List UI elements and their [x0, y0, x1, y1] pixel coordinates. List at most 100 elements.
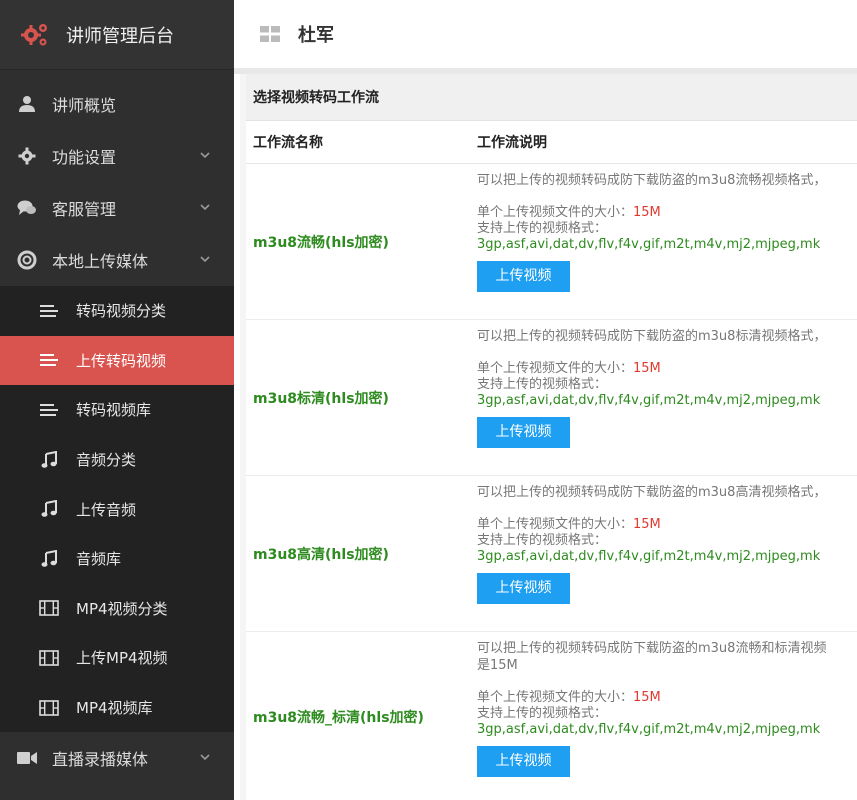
sidebar-subitem-mp4-library[interactable]: MP4视频库 — [0, 683, 234, 733]
workflow-intro: 可以把上传的视频转码成防下载防盗的m3u8高清视频格式， — [477, 485, 827, 500]
table-header: 工作流名称 工作流说明 — [246, 121, 857, 164]
format-label: 支持上传的视频格式： — [477, 533, 608, 548]
video-camera-icon — [16, 747, 38, 769]
file-size-label: 单个上传视频文件的大小： — [477, 517, 634, 532]
sidebar-subitem-upload-audio[interactable]: 上传音频 — [0, 484, 234, 534]
workflow-intro-continued: 是15M — [477, 658, 518, 673]
list-icon — [38, 302, 60, 320]
workflow-intro: 可以把上传的视频转码成防下载防盗的m3u8流畅和标清视频 — [477, 641, 827, 656]
sidebar: 讲师管理后台 讲师概览 功能设置 客服管理 本地上传媒体 转码视频分类 上传转码… — [0, 0, 234, 800]
current-user-name[interactable]: 杜军 — [298, 21, 334, 47]
sidebar-subitem-label: 转码视频库 — [76, 401, 152, 420]
file-size-value: 15M — [633, 690, 661, 705]
file-size-label: 单个上传视频文件的大小： — [477, 361, 634, 376]
workflow-intro: 可以把上传的视频转码成防下载防盗的m3u8流畅视频格式， — [477, 173, 827, 188]
chat-icon — [16, 197, 38, 219]
table-row: m3u8高清(hls加密) 可以把上传的视频转码成防下载防盗的m3u8高清视频格… — [246, 476, 857, 632]
workflow-name: m3u8标清(hls加密) — [253, 390, 389, 407]
file-size-line: 单个上传视频文件的大小：15M — [477, 690, 857, 706]
upload-video-button[interactable]: 上传视频 — [477, 573, 570, 604]
table-row: m3u8标清(hls加密) 可以把上传的视频转码成防下载防盗的m3u8标清视频格… — [246, 320, 857, 476]
workflow-name: m3u8流畅_标清(hls加密) — [253, 710, 424, 726]
upload-video-button[interactable]: 上传视频 — [477, 417, 570, 448]
music-icon — [38, 500, 60, 518]
chevron-down-icon — [200, 256, 210, 263]
workflow-table: 工作流名称 工作流说明 m3u8流畅(hls加密) 可以把上传的视频转码成防下载… — [246, 121, 857, 800]
sidebar-subitem-upload-mp4[interactable]: 上传MP4视频 — [0, 633, 234, 683]
sidebar-subitem-audio-category[interactable]: 音频分类 — [0, 435, 234, 485]
file-size-line: 单个上传视频文件的大小：15M — [477, 361, 857, 377]
sidebar-subitem-audio-library[interactable]: 音频库 — [0, 534, 234, 584]
list-icon — [38, 401, 60, 419]
sidebar-item-label: 本地上传媒体 — [52, 252, 149, 271]
workflow-description: 可以把上传的视频转码成防下载防盗的m3u8标清视频格式， 单个上传视频文件的大小… — [468, 320, 857, 475]
format-list: 3gp,asf,avi,dat,dv,flv,f4v,gif,m2t,m4v,m… — [477, 393, 821, 408]
workflow-name: m3u8高清(hls加密) — [253, 546, 389, 563]
column-header-name: 工作流名称 — [253, 135, 323, 151]
file-size-label: 单个上传视频文件的大小： — [477, 205, 634, 220]
user-icon — [16, 93, 38, 115]
chevron-down-icon — [200, 204, 210, 211]
sidebar-subitem-label: 转码视频分类 — [76, 302, 167, 321]
music-icon — [38, 549, 60, 568]
gear-icon — [16, 145, 38, 167]
sidebar-subitem-label: 音频库 — [76, 550, 122, 569]
format-list: 3gp,asf,avi,dat,dv,flv,f4v,gif,m2t,m4v,m… — [477, 237, 821, 252]
music-icon — [38, 450, 60, 469]
sidebar-subitem-transcode-library[interactable]: 转码视频库 — [0, 385, 234, 435]
workflow-description: 可以把上传的视频转码成防下载防盗的m3u8流畅视频格式， 单个上传视频文件的大小… — [468, 164, 857, 319]
sidebar-subitem-label: 上传音频 — [76, 500, 137, 519]
sidebar-subitem-label: 音频分类 — [76, 451, 137, 470]
format-label: 支持上传的视频格式： — [477, 706, 608, 721]
sidebar-subitem-label: 上传MP4视频 — [76, 649, 168, 668]
list-icon — [38, 351, 60, 369]
sidebar-item-customer-service[interactable]: 客服管理 — [0, 182, 234, 234]
sidebar-item-label: 功能设置 — [52, 148, 117, 167]
brand-title: 讲师管理后台 — [66, 25, 174, 47]
table-row: m3u8流畅(hls加密) 可以把上传的视频转码成防下载防盗的m3u8流畅视频格… — [246, 164, 857, 320]
upload-video-button[interactable]: 上传视频 — [477, 746, 570, 777]
sidebar-subitem-label: MP4视频库 — [76, 699, 153, 718]
sidebar-item-label: 直播录播媒体 — [52, 750, 149, 770]
local-media-submenu: 转码视频分类 上传转码视频 转码视频库 音频分类 上传音频 音频库 MP4视频分… — [0, 286, 234, 733]
sidebar-item-label: 客服管理 — [52, 200, 117, 219]
sidebar-subitem-transcode-category[interactable]: 转码视频分类 — [0, 286, 234, 336]
grid-menu-icon[interactable] — [260, 26, 280, 42]
brand-header: 讲师管理后台 — [0, 0, 234, 70]
workflow-description: 可以把上传的视频转码成防下载防盗的m3u8高清视频格式， 单个上传视频文件的大小… — [468, 476, 857, 631]
film-icon — [38, 699, 60, 717]
file-size-value: 15M — [633, 205, 661, 220]
chevron-down-icon — [200, 754, 210, 761]
sidebar-item-label: 讲师概览 — [52, 96, 117, 115]
workflow-intro: 可以把上传的视频转码成防下载防盗的m3u8标清视频格式， — [477, 329, 827, 344]
sidebar-item-live-media[interactable]: 直播录播媒体 — [0, 732, 234, 784]
chevron-down-icon — [200, 152, 210, 159]
panel-title: 选择视频转码工作流 — [246, 74, 857, 121]
workflow-name: m3u8流畅(hls加密) — [253, 234, 389, 251]
column-header-description: 工作流说明 — [477, 135, 547, 151]
upload-video-button[interactable]: 上传视频 — [477, 261, 570, 292]
sidebar-item-overview[interactable]: 讲师概览 — [0, 78, 234, 130]
main-content: 选择视频转码工作流 工作流名称 工作流说明 m3u8流畅(hls加密) 可以把上… — [240, 74, 857, 800]
lifebuoy-icon — [16, 249, 38, 271]
file-size-value: 15M — [633, 517, 661, 532]
file-size-line: 单个上传视频文件的大小：15M — [477, 205, 857, 221]
sidebar-subitem-label: MP4视频分类 — [76, 599, 168, 618]
film-icon — [38, 599, 60, 617]
sidebar-subitem-mp4-category[interactable]: MP4视频分类 — [0, 584, 234, 634]
sidebar-subitem-label: 上传转码视频 — [76, 351, 167, 370]
format-list: 3gp,asf,avi,dat,dv,flv,f4v,gif,m2t,m4v,m… — [477, 722, 821, 737]
format-label: 支持上传的视频格式： — [477, 221, 608, 236]
film-icon — [38, 649, 60, 667]
sidebar-item-settings[interactable]: 功能设置 — [0, 130, 234, 182]
file-size-label: 单个上传视频文件的大小： — [477, 690, 634, 705]
workflow-description: 可以把上传的视频转码成防下载防盗的m3u8流畅和标清视频 是15M 单个上传视频… — [468, 632, 857, 800]
file-size-value: 15M — [633, 361, 661, 376]
file-size-line: 单个上传视频文件的大小：15M — [477, 517, 857, 533]
sidebar-subitem-upload-transcode[interactable]: 上传转码视频 — [0, 335, 234, 386]
gears-logo-icon — [21, 23, 47, 45]
top-bar: 杜军 — [234, 0, 857, 68]
table-row: m3u8流畅_标清(hls加密) 可以把上传的视频转码成防下载防盗的m3u8流畅… — [246, 632, 857, 800]
format-label: 支持上传的视频格式： — [477, 377, 608, 392]
sidebar-item-local-media[interactable]: 本地上传媒体 — [0, 234, 234, 286]
